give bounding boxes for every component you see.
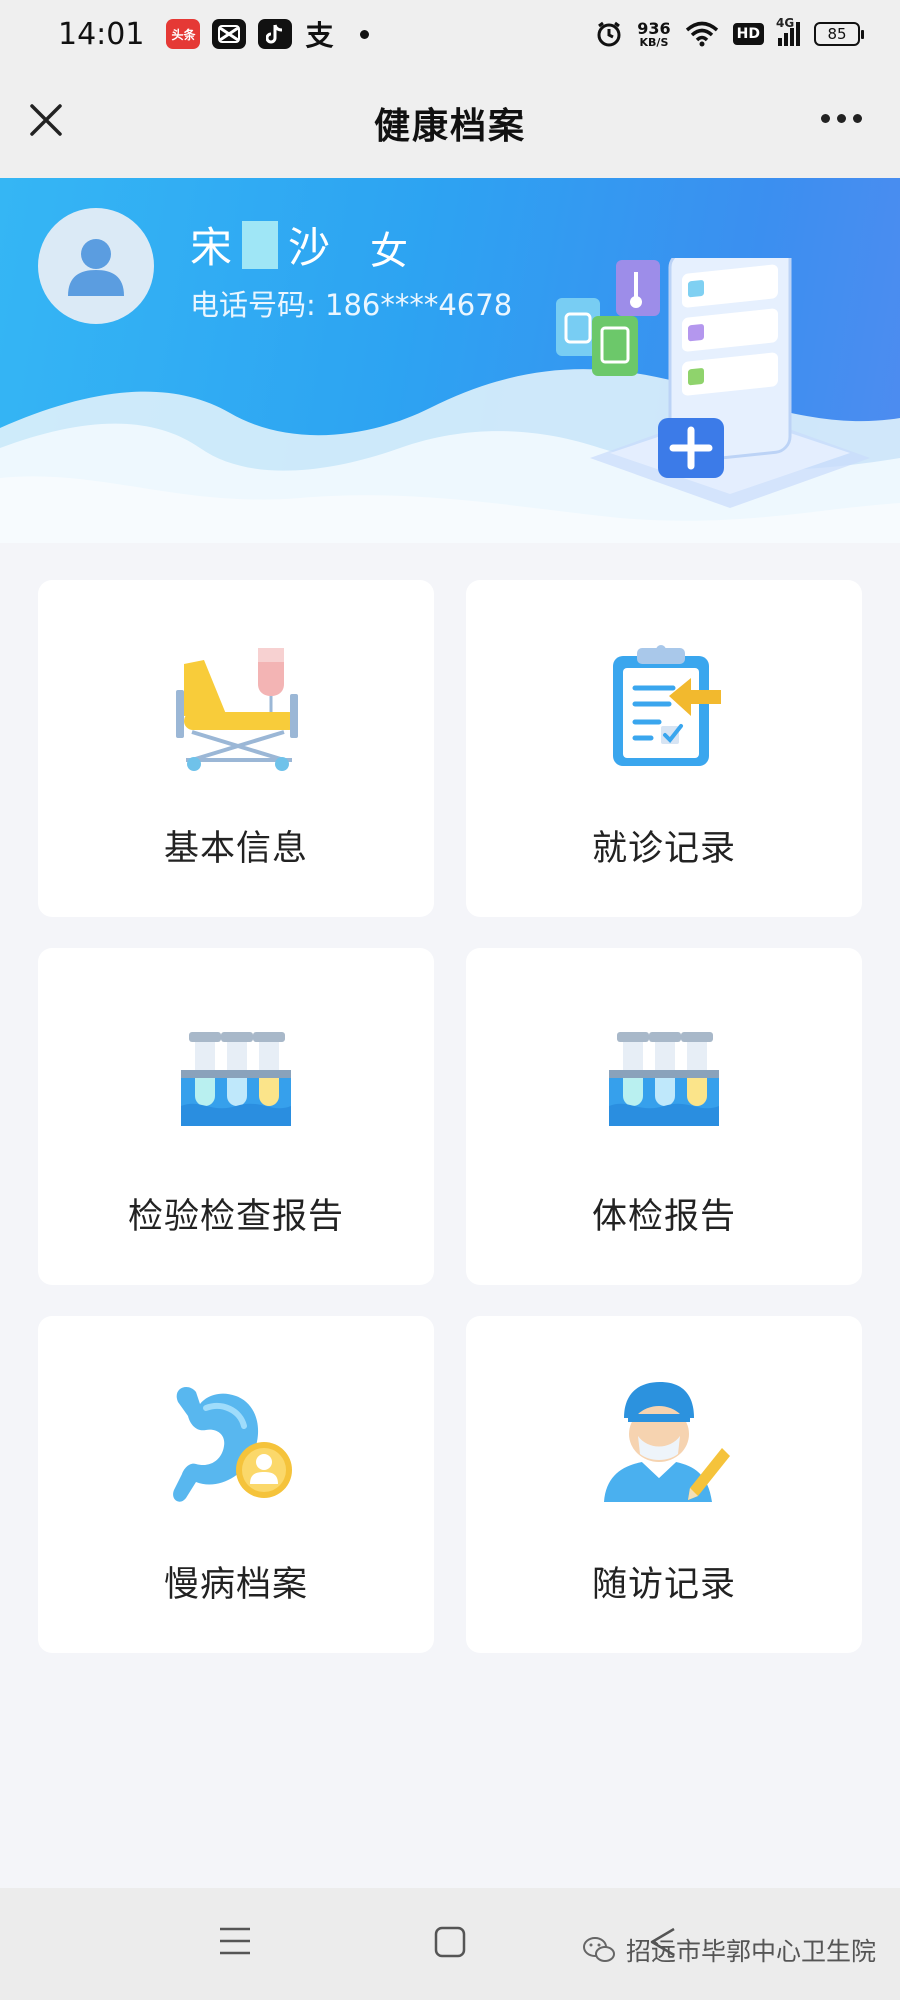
net-speed-unit: KB/S — [639, 35, 669, 49]
doctor-icon — [604, 1382, 730, 1502]
alipay-icon: 支 — [305, 19, 334, 52]
profile-banner: 宋 沙 女 电话号码: 186****4678 — [0, 178, 900, 543]
close-button[interactable] — [26, 100, 66, 140]
dot-icon — [837, 114, 846, 123]
icon-wrap — [38, 642, 434, 772]
icon-wrap — [466, 1378, 862, 1508]
test-tubes-icon — [609, 1032, 719, 1126]
card-basic-info[interactable]: 基本信息 — [38, 580, 434, 917]
card-label: 基本信息 — [163, 829, 308, 869]
net-speed: 936 KB/S — [637, 18, 671, 49]
notification-dot — [360, 29, 370, 39]
home-button[interactable] — [434, 1926, 466, 1962]
capcut-icon — [212, 19, 247, 49]
nav-bar: 健康档案 — [0, 68, 900, 178]
user-name-last: 沙 — [288, 223, 335, 272]
battery-indicator: 85 — [814, 22, 864, 46]
status-right: 936 KB/S HD 4G 85 — [595, 16, 864, 49]
dot-icon — [853, 114, 862, 123]
card-physical-exam-report[interactable]: 体检报告 — [466, 948, 862, 1285]
card-label: 检验检查报告 — [127, 1197, 344, 1237]
net-speed-value: 936 — [637, 18, 671, 38]
user-gender: 女 — [370, 229, 409, 273]
menu-icon — [220, 1927, 250, 1955]
icon-wrap — [38, 1010, 434, 1140]
card-chronic-disease-record[interactable]: 慢病档案 — [38, 1316, 434, 1653]
signal-icon: 4G — [776, 16, 800, 46]
hospital-bed-icon — [176, 648, 298, 771]
stomach-icon — [173, 1387, 292, 1502]
signal-label: 4G — [776, 16, 795, 30]
close-icon — [30, 104, 62, 136]
wifi-icon — [685, 21, 718, 47]
card-label: 慢病档案 — [163, 1565, 308, 1605]
dot-icon — [821, 114, 830, 123]
avatar — [38, 208, 154, 324]
more-options-button[interactable] — [821, 114, 862, 123]
user-phone: 电话号码: 186****4678 — [190, 288, 513, 322]
card-label: 就诊记录 — [591, 829, 736, 869]
status-time: 14:01 — [58, 16, 145, 52]
icon-wrap — [38, 1378, 434, 1508]
name-redaction-mask — [242, 220, 279, 269]
menu-button[interactable] — [218, 1926, 252, 1960]
phone-illustration-icon — [556, 258, 870, 508]
icon-wrap — [466, 1010, 862, 1140]
card-label: 随访记录 — [591, 1565, 736, 1605]
icon-wrap — [466, 642, 862, 772]
user-name: 宋 沙 — [190, 214, 334, 275]
hd-badge: HD — [732, 23, 764, 45]
card-lab-reports[interactable]: 检验检查报告 — [38, 948, 434, 1285]
watermark: 招远市毕郭中心卫生院 — [582, 1932, 876, 1968]
home-icon — [434, 1926, 466, 1958]
user-icon — [68, 239, 124, 296]
card-follow-up-records[interactable]: 随访记录 — [466, 1316, 862, 1653]
toutiao-icon: 头条 — [166, 19, 201, 49]
card-visit-records[interactable]: 就诊记录 — [466, 580, 862, 917]
page-title: 健康档案 — [373, 106, 526, 147]
watermark-text: 招远市毕郭中心卫生院 — [625, 1937, 876, 1966]
status-bar: 14:01 头条 支 936 KB/S HD 4G 85 — [0, 0, 900, 68]
douyin-icon — [258, 19, 293, 49]
system-navigation-bar: 招远市毕郭中心卫生院 — [0, 1888, 900, 2000]
test-tubes-icon — [181, 1032, 291, 1126]
wechat-icon — [582, 1937, 615, 1962]
card-label: 体检报告 — [591, 1197, 736, 1237]
alarm-icon — [597, 21, 621, 47]
user-name-first: 宋 — [190, 223, 237, 272]
clipboard-icon — [613, 645, 721, 766]
